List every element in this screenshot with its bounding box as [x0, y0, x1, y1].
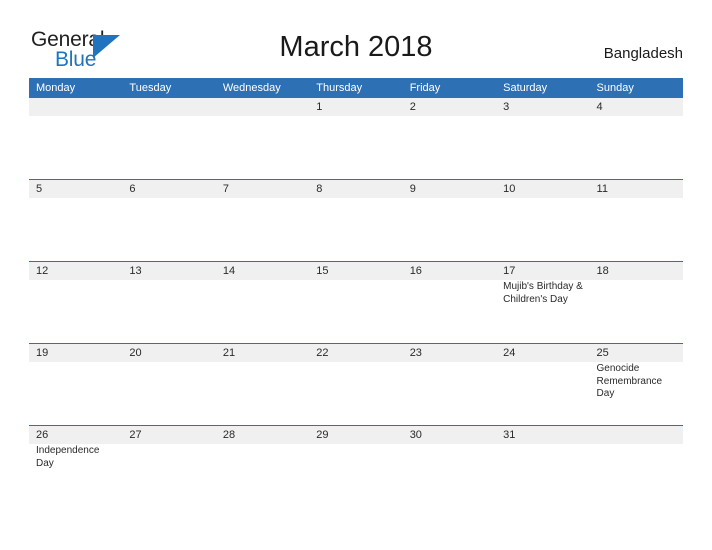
day-cell-3[interactable] [496, 116, 590, 180]
day-cell-2[interactable] [402, 116, 497, 180]
day-number-20[interactable]: 20 [122, 343, 216, 362]
day-cell-27[interactable] [122, 444, 216, 507]
day-cell-22[interactable] [309, 362, 403, 426]
weekday-header-thursday: Thursday [309, 78, 403, 98]
day-cell-1[interactable] [309, 116, 403, 180]
holiday-event: Mujib's Birthday & Children's Day [503, 281, 583, 305]
day-number-19[interactable]: 19 [29, 343, 123, 362]
calendar-header-row: Monday Tuesday Wednesday Thursday Friday Satu… [29, 78, 683, 98]
day-cell-12[interactable] [29, 280, 123, 344]
day-number-14[interactable]: 14 [215, 261, 310, 280]
calendar-page: General Blue March 2018 Bangladesh Monda… [0, 0, 712, 550]
day-cell-empty [589, 444, 683, 507]
day-cell-26[interactable]: Independence Day [29, 444, 123, 507]
day-number-22[interactable]: 22 [309, 343, 403, 362]
day-number-24[interactable]: 24 [496, 343, 590, 362]
calendar-week-events-row: Mujib's Birthday & Children's Day [29, 280, 683, 344]
weekday-header-tuesday: Tuesday [122, 78, 216, 98]
day-cell-21[interactable] [215, 362, 310, 426]
calendar-week-row: 12 13 14 15 16 17 18 [29, 261, 683, 280]
day-number-16[interactable]: 16 [402, 261, 497, 280]
day-number-13[interactable]: 13 [122, 261, 216, 280]
calendar-table: Monday Tuesday Wednesday Thursday Friday Satu… [29, 78, 683, 507]
weekday-header-sunday: Sunday [589, 78, 683, 98]
day-cell-5[interactable] [29, 198, 123, 262]
day-number-4[interactable]: 4 [589, 98, 683, 116]
day-cell-9[interactable] [402, 198, 497, 262]
day-cell-8[interactable] [309, 198, 403, 262]
day-number-8[interactable]: 8 [309, 179, 403, 198]
day-number-29[interactable]: 29 [309, 425, 403, 444]
calendar-week-row: 1234 [29, 98, 683, 116]
day-cell-10[interactable] [496, 198, 590, 262]
calendar-body: 1 2 3 4 5 6 7 8 9 10 11 12 13 14 15 16 17 18 Mujib's Birth… [29, 98, 683, 507]
weekday-header-friday: Friday [402, 78, 497, 98]
day-cell-23[interactable] [402, 362, 497, 426]
day-number-10[interactable]: 10 [496, 179, 590, 198]
day-number-28[interactable]: 28 [215, 425, 310, 444]
day-cell-14[interactable] [215, 280, 310, 344]
country-label: Bangladesh [603, 45, 683, 62]
weekday-header-monday: Monday [29, 78, 123, 98]
day-cell-empty [215, 116, 310, 180]
day-number-7[interactable]: 7 [215, 179, 310, 198]
day-cell-31[interactable] [496, 444, 590, 507]
day-number-6[interactable]: 6 [122, 179, 216, 198]
day-number-31[interactable]: 31 [496, 425, 590, 444]
day-cell-empty [122, 116, 216, 180]
day-cell-30[interactable] [402, 444, 497, 507]
day-cell-25[interactable]: Genocide Remembrance Day [589, 362, 683, 426]
day-number-11[interactable]: 11 [589, 179, 683, 198]
day-number-23[interactable]: 23 [402, 343, 497, 362]
day-number-1[interactable]: 1 [309, 98, 403, 116]
day-cell-7[interactable] [215, 198, 310, 262]
day-cell-18[interactable] [589, 280, 683, 344]
day-number-17[interactable]: 17 [496, 261, 590, 280]
holiday-event: Independence Day [36, 445, 100, 469]
day-cell-empty [29, 116, 123, 180]
day-number-empty [29, 98, 123, 116]
day-cell-11[interactable] [589, 198, 683, 262]
calendar-week-events-row: Genocide Remembrance Day [29, 362, 683, 426]
calendar-week-events-row [29, 116, 683, 180]
calendar-week-row: 19 20 21 22 23 24 25 [29, 343, 683, 362]
day-number-26[interactable]: 26 [29, 425, 123, 444]
weekday-header-wednesday: Wednesday [215, 78, 310, 98]
weekday-header-saturday: Saturday [496, 78, 590, 98]
day-number-15[interactable]: 15 [309, 261, 403, 280]
day-number-empty [215, 98, 310, 116]
day-cell-20[interactable] [122, 362, 216, 426]
day-number-21[interactable]: 21 [215, 343, 310, 362]
day-cell-6[interactable] [122, 198, 216, 262]
day-number-5[interactable]: 5 [29, 179, 123, 198]
day-cell-29[interactable] [309, 444, 403, 507]
calendar-week-events-row: Independence Day [29, 444, 683, 507]
day-cell-15[interactable] [309, 280, 403, 344]
calendar-week-row: 26 27 28 29 30 31 [29, 425, 683, 444]
day-cell-24[interactable] [496, 362, 590, 426]
day-cell-19[interactable] [29, 362, 123, 426]
day-cell-13[interactable] [122, 280, 216, 344]
calendar-week-events-row [29, 198, 683, 262]
day-number-2[interactable]: 2 [402, 98, 497, 116]
day-number-25[interactable]: 25 [589, 343, 683, 362]
day-number-27[interactable]: 27 [122, 425, 216, 444]
day-number-30[interactable]: 30 [402, 425, 497, 444]
day-cell-28[interactable] [215, 444, 310, 507]
calendar-week-row: 5 6 7 8 9 10 11 [29, 179, 683, 198]
day-number-empty [122, 98, 216, 116]
day-number-3[interactable]: 3 [496, 98, 590, 116]
day-cell-16[interactable] [402, 280, 497, 344]
day-number-empty [589, 425, 683, 444]
day-number-18[interactable]: 18 [589, 261, 683, 280]
holiday-event: Genocide Remembrance Day [596, 363, 663, 399]
day-number-12[interactable]: 12 [29, 261, 123, 280]
day-cell-4[interactable] [589, 116, 683, 180]
page-header: General Blue March 2018 Bangladesh [0, 0, 712, 78]
day-cell-17[interactable]: Mujib's Birthday & Children's Day [496, 280, 590, 344]
day-number-9[interactable]: 9 [402, 179, 497, 198]
